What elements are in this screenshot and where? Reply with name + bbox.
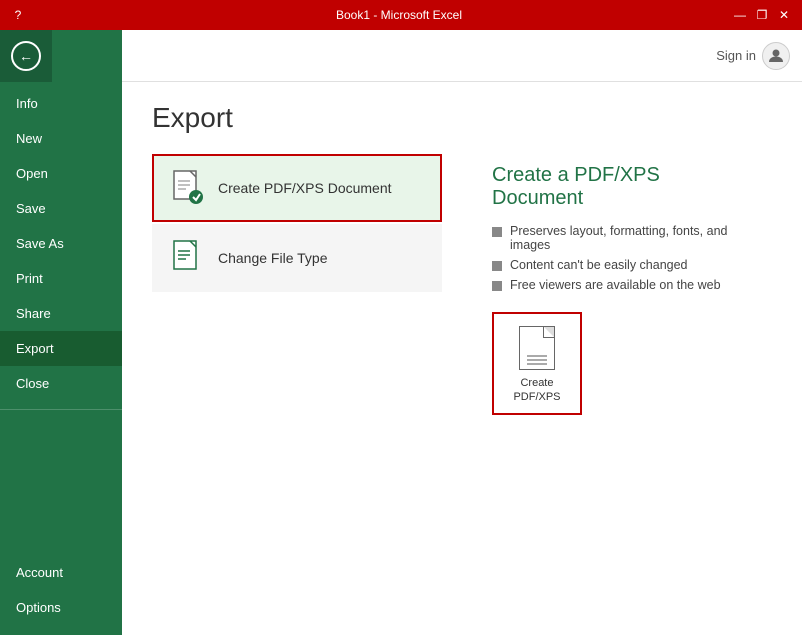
pdf-line-3	[527, 363, 547, 365]
create-pdf-button-label: CreatePDF/XPS	[513, 376, 560, 405]
detail-title: Create a PDF/XPS Document	[492, 164, 752, 210]
sidebar-nav: Info New Open Save Save As Print Share E…	[0, 86, 122, 635]
pdf-file-icon	[519, 326, 555, 370]
sidebar-bottom: Account Options	[0, 555, 122, 635]
bullet-text-3: Free viewers are available on the web	[510, 278, 721, 292]
create-pdf-xps-button[interactable]: CreatePDF/XPS	[492, 312, 582, 415]
export-body: Create PDF/XPS Document	[152, 154, 772, 425]
header-bar: Sign in	[122, 30, 802, 82]
sidebar-item-save[interactable]: Save	[0, 191, 122, 226]
detail-bullets: Preserves layout, formatting, fonts, and…	[492, 224, 752, 292]
bullet-icon-1	[492, 227, 502, 237]
sidebar-item-save-as[interactable]: Save As	[0, 226, 122, 261]
create-pdf-icon	[170, 170, 206, 206]
pdf-line-1	[527, 355, 547, 357]
minimize-button[interactable]: —	[730, 5, 750, 25]
bullet-icon-2	[492, 261, 502, 271]
sidebar-item-open[interactable]: Open	[0, 156, 122, 191]
bullet-3: Free viewers are available on the web	[492, 278, 752, 292]
export-detail: Create a PDF/XPS Document Preserves layo…	[472, 154, 772, 425]
sidebar: ← Info New Open Save Save As Print Share…	[0, 30, 122, 635]
export-option-change-file-type[interactable]: Change File Type	[152, 224, 442, 292]
sidebar-item-options[interactable]: Options	[0, 590, 122, 625]
create-pdf-label: Create PDF/XPS Document	[218, 180, 392, 196]
export-options: Create PDF/XPS Document	[152, 154, 442, 425]
sidebar-item-account[interactable]: Account	[0, 555, 122, 590]
window-title: Book1 - Microsoft Excel	[68, 8, 730, 22]
app-container: ← Info New Open Save Save As Print Share…	[0, 30, 802, 635]
sidebar-item-new[interactable]: New	[0, 121, 122, 156]
restore-button[interactable]: ❐	[752, 5, 772, 25]
sign-in-area: Sign in	[716, 42, 790, 70]
export-option-create-pdf[interactable]: Create PDF/XPS Document	[152, 154, 442, 222]
pdf-line-2	[527, 359, 547, 361]
pdf-lines	[527, 355, 547, 365]
content-area: Export	[122, 82, 802, 635]
sign-in-label[interactable]: Sign in	[716, 48, 756, 63]
back-button[interactable]: ←	[0, 30, 52, 82]
main-content: Sign in Export	[122, 30, 802, 635]
sidebar-divider	[0, 409, 122, 410]
title-bar: ? Book1 - Microsoft Excel — ❐ ✕	[0, 0, 802, 30]
close-button[interactable]: ✕	[774, 5, 794, 25]
sidebar-item-print[interactable]: Print	[0, 261, 122, 296]
bullet-icon-3	[492, 281, 502, 291]
sidebar-item-export[interactable]: Export	[0, 331, 122, 366]
bullet-text-1: Preserves layout, formatting, fonts, and…	[510, 224, 752, 252]
bullet-1: Preserves layout, formatting, fonts, and…	[492, 224, 752, 252]
bullet-2: Content can't be easily changed	[492, 258, 752, 272]
change-file-type-icon	[170, 240, 206, 276]
help-button[interactable]: ?	[8, 5, 28, 25]
change-file-type-label: Change File Type	[218, 250, 327, 266]
sidebar-item-share[interactable]: Share	[0, 296, 122, 331]
page-title: Export	[152, 102, 772, 134]
sidebar-item-info[interactable]: Info	[0, 86, 122, 121]
user-icon	[762, 42, 790, 70]
sidebar-item-close[interactable]: Close	[0, 366, 122, 401]
bullet-text-2: Content can't be easily changed	[510, 258, 688, 272]
back-circle-icon: ←	[11, 41, 41, 71]
